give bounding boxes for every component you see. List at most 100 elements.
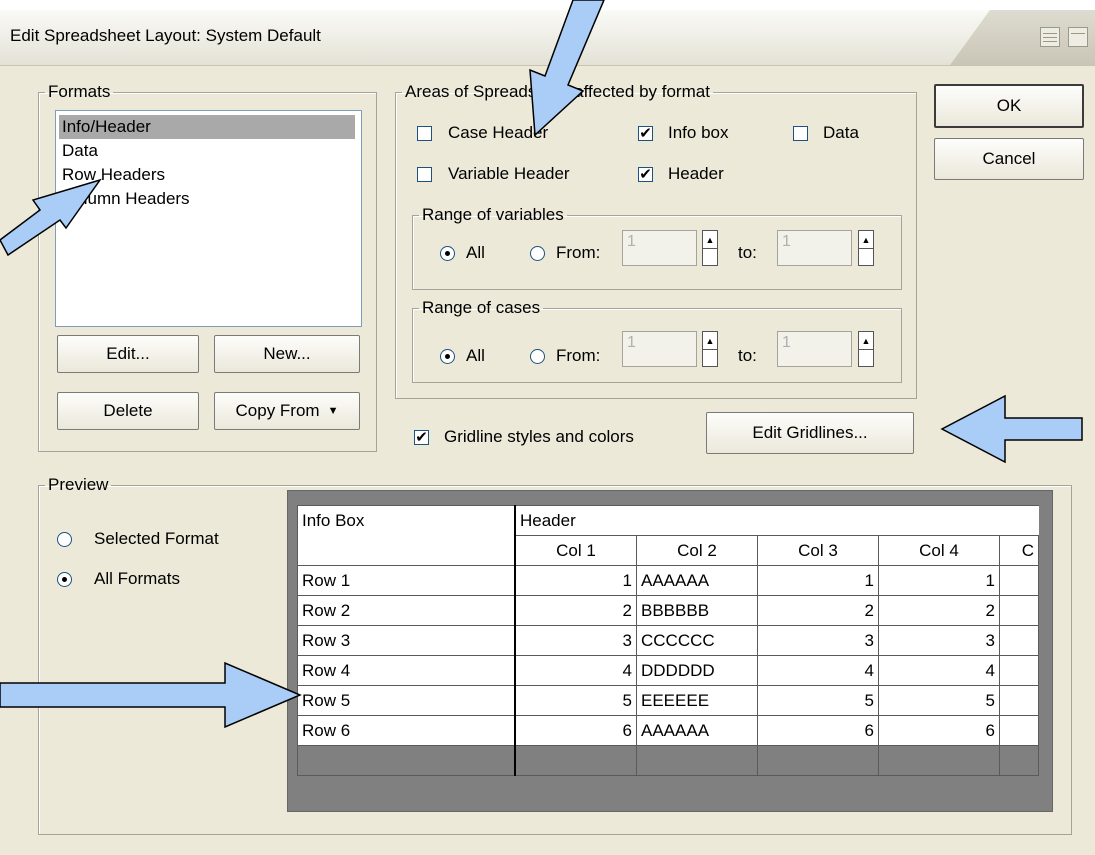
layout-columns-icon[interactable] <box>1068 27 1088 47</box>
cell <box>999 565 1039 596</box>
range-cases-to-label: to: <box>738 346 757 365</box>
cell: 3 <box>878 625 1000 656</box>
spin-down-icon <box>859 249 873 266</box>
case-header-checkbox[interactable] <box>417 126 432 141</box>
header-checkbox[interactable]: ✔ <box>638 167 653 182</box>
cell: BBBBBB <box>636 595 758 626</box>
cell <box>514 745 637 776</box>
delete-format-button[interactable]: Delete <box>57 392 199 430</box>
gridline-label: Gridline styles and colors <box>444 427 634 446</box>
cell: 2 <box>514 595 637 626</box>
table-row: Row 6 6 AAAAAA 6 6 <box>297 715 1039 746</box>
table-row: Row 2 2 BBBBBB 2 2 <box>297 595 1039 626</box>
cell <box>878 745 1000 776</box>
spin-down-icon <box>703 249 717 266</box>
copy-from-button[interactable]: Copy From ▼ <box>214 392 360 430</box>
column-header: Col 1 <box>514 535 637 566</box>
info-box-checkbox[interactable]: ✔ <box>638 126 653 141</box>
row-header: Row 1 <box>297 565 516 596</box>
format-item-data[interactable]: Data <box>59 139 98 163</box>
cell: EEEEEE <box>636 685 758 716</box>
cell: 4 <box>757 655 879 686</box>
range-variables-from-radio[interactable] <box>530 246 545 261</box>
header-cell: Header <box>514 505 1039 536</box>
range-cases-to-spinner[interactable]: ▲ <box>858 331 874 367</box>
row-header: Row 6 <box>297 715 516 746</box>
spin-up-icon: ▲ <box>705 234 715 245</box>
cancel-button[interactable]: Cancel <box>934 138 1084 180</box>
formats-listbox[interactable]: Info/Header Data Row Headers Column Head… <box>55 110 362 327</box>
selected-format-radio[interactable] <box>57 532 72 547</box>
cell: DDDDDD <box>636 655 758 686</box>
spin-up-icon: ▲ <box>861 234 871 245</box>
cell: 4 <box>878 655 1000 686</box>
cell: 3 <box>514 625 637 656</box>
range-variables-from-input[interactable]: 1 <box>622 230 697 266</box>
table-row: Row 5 5 EEEEEE 5 5 <box>297 685 1039 716</box>
info-box-label: Info box <box>668 123 729 142</box>
range-cases-from-spinner[interactable]: ▲ <box>702 331 718 367</box>
range-variables-to-spinner[interactable]: ▲ <box>858 230 874 266</box>
cell <box>999 745 1039 776</box>
cell: 5 <box>514 685 637 716</box>
delete-format-label: Delete <box>103 401 153 420</box>
layout-rows-icon[interactable] <box>1040 27 1060 47</box>
column-header: C <box>999 535 1039 566</box>
cell: 2 <box>757 595 879 626</box>
format-item-column-headers[interactable]: Column Headers <box>59 187 190 211</box>
range-variables-legend: Range of variables <box>422 205 564 224</box>
column-header: Col 4 <box>878 535 1000 566</box>
cell <box>636 745 758 776</box>
range-cases-from-label: From: <box>556 346 601 365</box>
row-header: Row 2 <box>297 595 516 626</box>
new-format-button[interactable]: New... <box>214 335 360 373</box>
table-footer-row <box>297 745 1039 776</box>
variable-header-checkbox[interactable] <box>417 167 432 182</box>
range-cases-legend: Range of cases <box>422 298 541 317</box>
range-variables-all-label: All <box>466 243 485 262</box>
new-format-label: New... <box>263 344 311 363</box>
all-formats-radio[interactable] <box>57 572 72 587</box>
table-row: Row 4 4 DDDDDD 4 4 <box>297 655 1039 686</box>
cell: AAAAAA <box>636 565 758 596</box>
variable-header-label: Variable Header <box>448 164 570 183</box>
format-item-info-header[interactable]: Info/Header <box>59 115 355 139</box>
cell: 3 <box>757 625 879 656</box>
cell <box>999 685 1039 716</box>
header-label: Header <box>668 164 724 183</box>
range-cases-to-input[interactable]: 1 <box>777 331 852 367</box>
cell: 1 <box>514 565 637 596</box>
spin-up-icon: ▲ <box>861 335 871 346</box>
cell: 6 <box>878 715 1000 746</box>
cell: 1 <box>757 565 879 596</box>
edit-gridlines-button[interactable]: Edit Gridlines... <box>706 412 914 454</box>
cell: 4 <box>514 655 637 686</box>
spin-down-icon <box>859 350 873 367</box>
edit-format-button[interactable]: Edit... <box>57 335 199 373</box>
gridline-checkbox[interactable]: ✔ <box>414 430 429 445</box>
selected-format-label: Selected Format <box>94 529 219 548</box>
formats-legend: Formats <box>48 82 111 101</box>
window-title: Edit Spreadsheet Layout: System Default <box>10 26 321 45</box>
edit-gridlines-label: Edit Gridlines... <box>752 423 868 442</box>
range-variables-to-input[interactable]: 1 <box>777 230 852 266</box>
cell: 1 <box>878 565 1000 596</box>
cell: 6 <box>757 715 879 746</box>
cell <box>999 595 1039 626</box>
data-checkbox[interactable] <box>793 126 808 141</box>
format-item-row-headers[interactable]: Row Headers <box>59 163 165 187</box>
range-variables-all-radio[interactable] <box>440 246 455 261</box>
range-variables-from-spinner[interactable]: ▲ <box>702 230 718 266</box>
dropdown-arrow-icon: ▼ <box>327 405 339 417</box>
ok-label: OK <box>996 96 1022 115</box>
range-cases-from-radio[interactable] <box>530 349 545 364</box>
cell: CCCCCC <box>636 625 758 656</box>
column-header: Col 2 <box>636 535 758 566</box>
ok-button[interactable]: OK <box>934 84 1084 128</box>
spin-down-icon <box>703 350 717 367</box>
range-cases-all-radio[interactable] <box>440 349 455 364</box>
case-header-label: Case Header <box>448 123 549 142</box>
range-cases-from-input[interactable]: 1 <box>622 331 697 367</box>
cancel-label: Cancel <box>982 149 1036 168</box>
table-row: Row 1 1 AAAAAA 1 1 <box>297 565 1039 596</box>
